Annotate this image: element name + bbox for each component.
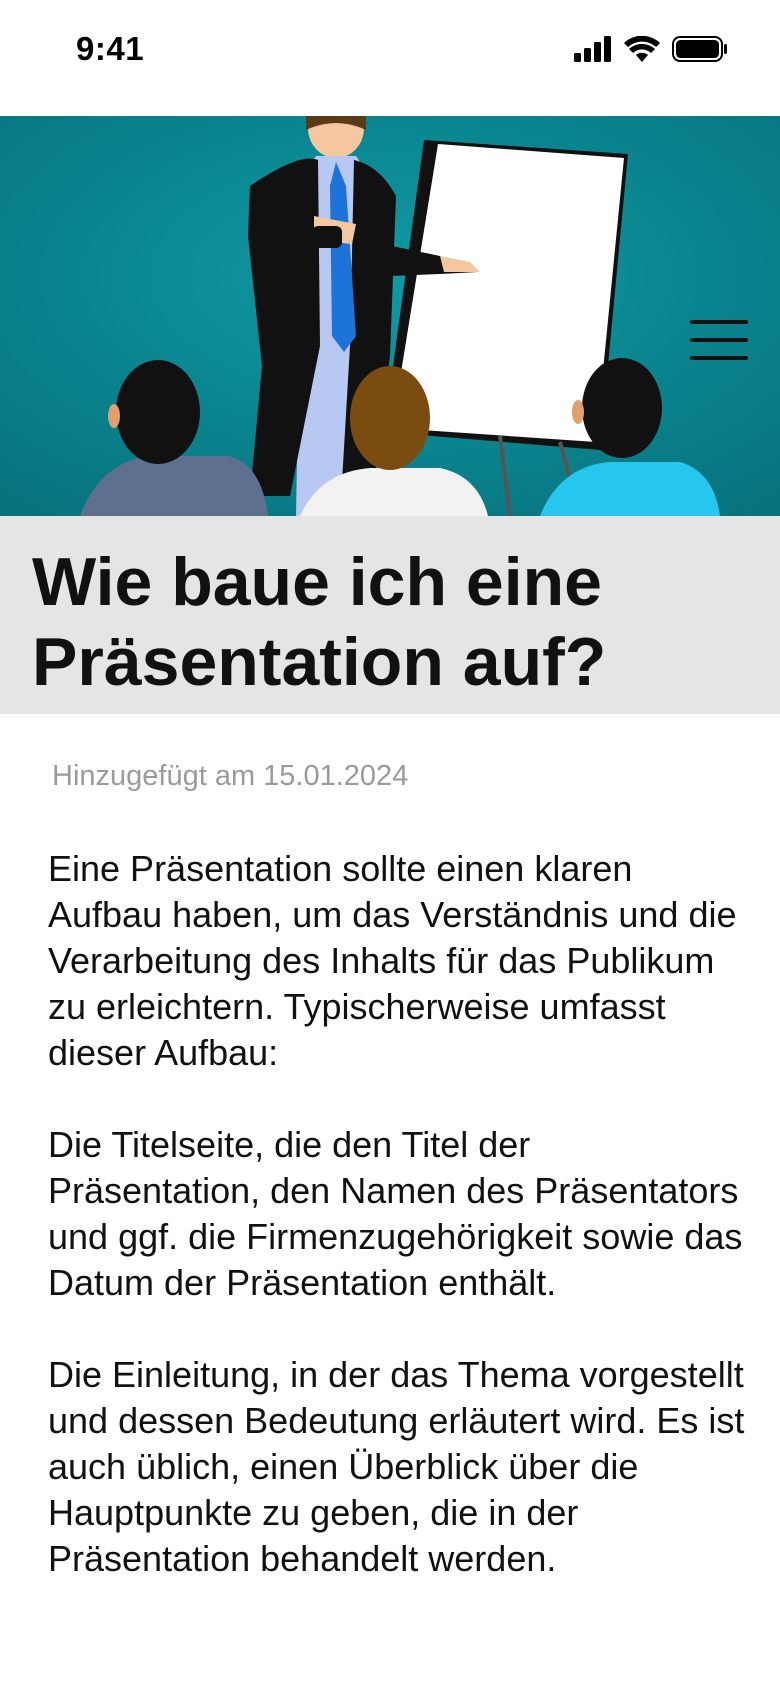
presentation-illustration <box>0 116 780 516</box>
cellular-signal-icon <box>574 36 611 62</box>
status-time: 9:41 <box>76 30 145 67</box>
status-bar: 9:41 <box>0 0 780 116</box>
paragraph: Die Titelseite, die den Titel der Präsen… <box>48 1124 743 1303</box>
article-body: Eine Präsentation sollte einen klaren Au… <box>48 846 748 1628</box>
status-icons <box>574 36 728 62</box>
hero-illustration <box>0 116 780 516</box>
hamburger-menu-icon[interactable] <box>686 318 752 362</box>
paragraph: Eine Präsentation sollte einen klaren Au… <box>48 848 737 1073</box>
wifi-icon <box>624 36 660 62</box>
paragraph: Die Einleitung, in der das Thema vorgest… <box>48 1354 745 1579</box>
title-band: Wie baue ich eine Präsentation auf? <box>0 516 780 714</box>
date-added: Hinzugefügt am 15.01.2024 <box>52 760 409 792</box>
battery-icon <box>672 36 727 62</box>
article-title: Wie baue ich eine Präsentation auf? <box>32 544 607 700</box>
